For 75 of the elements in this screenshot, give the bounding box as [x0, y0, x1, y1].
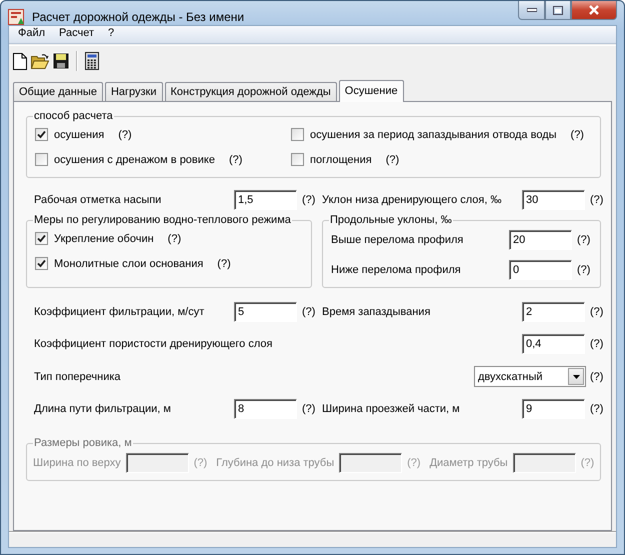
tab[interactable]: Конструкция дорожной одежды — [164, 82, 337, 101]
menu-item[interactable]: Файл — [11, 26, 52, 43]
checkbox-label[interactable]: осушения за период запаздывания отвода воды — [310, 128, 557, 140]
input-field[interactable]: 20 — [509, 230, 572, 250]
field-label: Уклон низа дренирующего слоя, ‰ — [322, 194, 502, 206]
tab[interactable]: Осушение — [338, 80, 404, 102]
input-field[interactable]: 0,4 — [522, 334, 585, 354]
input-field[interactable]: 0 — [509, 260, 572, 280]
maximize-button[interactable] — [545, 1, 571, 20]
app-icon — [8, 9, 24, 25]
checkbox[interactable] — [35, 257, 48, 270]
checkbox[interactable] — [35, 232, 48, 245]
help-link[interactable]: (?) — [590, 306, 610, 318]
help-link[interactable]: (?) — [590, 403, 610, 415]
help-link[interactable]: (?) — [577, 264, 592, 276]
field-label: Длина пути фильтрации, м — [34, 403, 172, 415]
field-label: Коэффициент фильтрации, м/сут — [34, 306, 206, 318]
field-label: Ширина проезжей части, м — [322, 403, 461, 415]
field-label: Коэффициент пористости дренирующего слоя — [34, 338, 274, 350]
help-link[interactable]: (?) — [590, 338, 610, 350]
checkbox-label[interactable]: Монолитные слои основания — [54, 258, 204, 270]
field-label: Ширина по верху — [33, 457, 121, 469]
help-link[interactable]: (?) — [217, 258, 231, 270]
checkbox-label[interactable]: осушения с дренажом в ровике — [54, 154, 215, 166]
input-field[interactable]: 30 — [522, 190, 585, 210]
checkbox[interactable] — [291, 153, 304, 166]
input-field[interactable]: 5 — [234, 302, 297, 322]
checkbox-label[interactable]: осушения — [54, 128, 104, 140]
checkbox-label[interactable]: поглощения — [310, 154, 372, 166]
calculator-icon[interactable] — [85, 52, 99, 70]
help-link[interactable]: (?) — [228, 154, 242, 166]
minimize-icon — [526, 8, 536, 12]
input-field[interactable]: 9 — [522, 399, 585, 419]
tab[interactable]: Нагрузки — [104, 82, 163, 101]
field-label: Тип поперечника — [34, 370, 122, 382]
checkbox[interactable] — [35, 153, 48, 166]
type-dropdown[interactable]: двухскатный — [474, 366, 586, 387]
input-field[interactable]: 1,5 — [234, 190, 297, 210]
maximize-icon — [553, 6, 563, 14]
help-link[interactable]: (?) — [302, 403, 322, 415]
help-link[interactable]: (?) — [590, 194, 610, 206]
group-title: Размеры ровика, м — [33, 437, 133, 449]
new-file-icon[interactable] — [13, 52, 27, 70]
help-link[interactable]: (?) — [168, 232, 182, 244]
field-label: Рабочая отметка насыпи — [34, 194, 162, 206]
menu-item[interactable]: ? — [101, 26, 122, 43]
help-link[interactable]: (?) — [386, 154, 400, 166]
minimize-button[interactable] — [518, 1, 545, 20]
help-link[interactable]: (?) — [302, 306, 322, 318]
close-button[interactable] — [571, 1, 617, 20]
checkbox-label[interactable]: Укрепление обочин — [54, 232, 154, 244]
save-icon[interactable] — [53, 53, 69, 69]
help-link[interactable]: (?) — [302, 194, 322, 206]
checkbox[interactable] — [291, 128, 304, 141]
window-title: Расчет дорожной одежды - Без имени — [32, 10, 246, 24]
checkbox[interactable] — [35, 128, 48, 141]
close-icon — [588, 5, 600, 15]
field-label: Ниже перелома профиля — [331, 264, 462, 276]
help-link[interactable]: (?) — [590, 370, 610, 382]
open-folder-icon[interactable] — [31, 54, 49, 68]
tab[interactable]: Общие данные — [13, 82, 103, 101]
field-label: Время запаздывания — [322, 306, 432, 318]
field-label: Выше перелома профиля — [331, 234, 464, 246]
help-link[interactable]: (?) — [577, 234, 592, 246]
field-label: Глубина до низа трубы — [216, 457, 334, 469]
group-title: Продольные уклоны, ‰ — [329, 214, 453, 226]
group-title: Меры по регулированию водно-теплового режима — [33, 214, 292, 226]
field-label: Диаметр трубы — [430, 457, 508, 469]
group-title: способ расчета — [33, 110, 114, 122]
input-field[interactable]: 2 — [522, 302, 585, 322]
menu-item[interactable]: Расчет — [52, 26, 102, 43]
help-link[interactable]: (?) — [118, 128, 132, 140]
dropdown-arrow-icon — [572, 374, 580, 378]
input-field[interactable]: 8 — [234, 399, 297, 419]
help-link[interactable]: (?) — [570, 128, 584, 140]
